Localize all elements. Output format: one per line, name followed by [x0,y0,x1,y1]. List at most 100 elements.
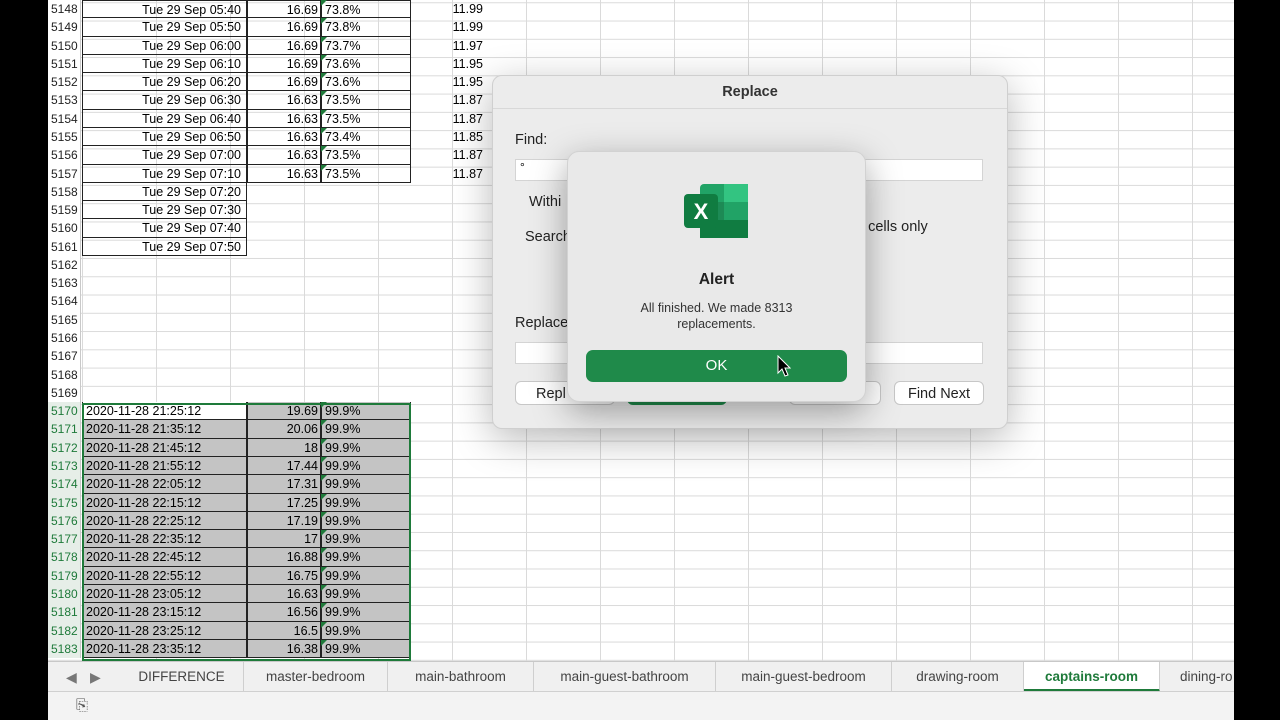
cell-datetime[interactable]: 2020-11-28 21:25:12 [82,402,247,421]
cell-temperature[interactable]: 16.5 [247,621,321,640]
cell-humidity[interactable]: 99.9% [321,530,411,549]
row-number[interactable]: 5162 [48,255,81,275]
cell-temperature[interactable]: 16.63 [247,109,321,128]
cell-temperature[interactable]: 17.44 [247,457,321,476]
cell-temperature[interactable]: 19.69 [247,402,321,421]
row-number[interactable]: 5163 [48,274,81,293]
cell-humidity[interactable]: 99.9% [321,511,411,531]
cell-value[interactable]: 11.85 [411,128,485,146]
cell-datetime[interactable]: 2020-11-28 22:35:12 [82,530,247,549]
cell-humidity[interactable]: 99.9% [321,438,411,457]
cell-temperature[interactable]: 16.63 [247,91,321,110]
tab-difference[interactable]: DIFFERENCE [120,662,244,692]
cell-datetime[interactable]: 2020-11-28 22:45:12 [82,548,247,567]
row-number[interactable]: 5159 [48,201,81,220]
sheet-mode-icon[interactable]: ⎘ [76,697,88,714]
row-number[interactable]: 5172 [48,438,81,457]
row-number[interactable]: 5173 [48,457,81,476]
cell-humidity[interactable]: 99.9% [321,493,411,512]
cell-temperature[interactable]: 16.63 [247,146,321,165]
cell-temperature[interactable]: 16.69 [247,36,321,55]
cell-datetime[interactable]: Tue 29 Sep 07:10 [82,164,247,183]
cell-datetime[interactable]: Tue 29 Sep 06:20 [82,73,247,92]
row-number[interactable]: 5180 [48,584,81,604]
cell-humidity[interactable]: 73.6% [321,54,411,74]
cell-humidity[interactable]: 73.5% [321,91,411,110]
cell-datetime[interactable]: Tue 29 Sep 07:00 [82,146,247,165]
cell-humidity[interactable]: 99.9% [321,402,411,421]
cell-humidity[interactable]: 73.5% [321,164,411,183]
cell-datetime[interactable]: Tue 29 Sep 06:40 [82,109,247,128]
cell-value[interactable]: 11.99 [411,18,485,36]
row-number[interactable]: 5154 [48,109,81,128]
cell-value[interactable]: 11.95 [411,55,485,73]
cell-datetime[interactable]: 2020-11-28 21:35:12 [82,420,247,439]
row-number[interactable]: 5160 [48,219,81,238]
cell-datetime[interactable]: 2020-11-28 22:55:12 [82,566,247,585]
cell-temperature[interactable]: 17.25 [247,493,321,512]
cell-datetime[interactable]: 2020-11-28 22:05:12 [82,475,247,494]
cell-temperature[interactable]: 16.75 [247,566,321,585]
row-number[interactable]: 5170 [48,402,81,421]
cell-temperature[interactable]: 16.88 [247,548,321,567]
row-number[interactable]: 5183 [48,639,81,659]
cell-humidity[interactable]: 99.9% [321,420,411,439]
cell-humidity[interactable]: 73.4% [321,127,411,147]
row-number[interactable]: 5176 [48,511,81,531]
cell-humidity[interactable]: 73.6% [321,73,411,92]
whole-cells-label[interactable]: e cells only [856,219,928,235]
tab-master-bedroom[interactable]: master-bedroom [244,662,388,692]
cell-humidity[interactable]: 99.9% [321,621,411,640]
cell-temperature[interactable]: 17 [247,530,321,549]
tab-main-guest-bedroom[interactable]: main-guest-bedroom [716,662,892,692]
row-number[interactable]: 5157 [48,164,81,183]
row-number[interactable]: 5148 [48,0,81,19]
tab-main-bathroom[interactable]: main-bathroom [388,662,534,692]
row-number[interactable]: 5169 [48,383,81,403]
find-next-button[interactable]: Find Next [894,381,984,405]
cell-datetime[interactable]: 2020-11-28 23:25:12 [82,621,247,640]
row-number[interactable]: 5165 [48,310,81,330]
cell-temperature[interactable]: 17.31 [247,475,321,494]
row-number[interactable]: 5168 [48,365,81,384]
tab-drawing-room[interactable]: drawing-room [892,662,1024,692]
cell-temperature[interactable]: 16.69 [247,73,321,92]
cell-datetime[interactable]: 2020-11-28 23:35:12 [82,639,247,659]
cell-humidity[interactable]: 73.5% [321,109,411,128]
row-number[interactable]: 5164 [48,292,81,311]
row-number[interactable]: 5167 [48,347,81,366]
cell-humidity[interactable]: 99.9% [321,566,411,585]
cell-temperature[interactable]: 16.69 [247,54,321,74]
cell-datetime[interactable]: Tue 29 Sep 05:40 [82,0,247,19]
cell-datetime[interactable]: Tue 29 Sep 07:50 [82,237,247,256]
cell-humidity[interactable]: 73.7% [321,36,411,55]
row-number[interactable]: 5178 [48,548,81,567]
cell-temperature[interactable]: 17.19 [247,511,321,531]
cell-temperature[interactable]: 16.56 [247,603,321,622]
tab-captains-room[interactable]: captains-room [1024,662,1160,692]
cell-humidity[interactable]: 73.8% [321,0,411,19]
cell-datetime[interactable]: Tue 29 Sep 07:20 [82,182,247,202]
tab-main-guest-bathroom[interactable]: main-guest-bathroom [534,662,716,692]
tab-dining-ro[interactable]: dining-ro [1160,662,1234,692]
cell-datetime[interactable]: Tue 29 Sep 05:50 [82,18,247,37]
cell-humidity[interactable]: 73.5% [321,146,411,165]
cell-temperature[interactable]: 16.63 [247,164,321,183]
cell-temperature[interactable]: 16.69 [247,0,321,19]
cell-humidity[interactable]: 99.9% [321,548,411,567]
row-number[interactable]: 5179 [48,566,81,585]
cell-datetime[interactable]: 2020-11-28 22:25:12 [82,511,247,531]
cell-temperature[interactable]: 16.63 [247,127,321,147]
cell-value[interactable]: 11.95 [411,73,485,91]
cell-temperature[interactable]: 20.06 [247,420,321,439]
row-number[interactable]: 5149 [48,18,81,37]
row-number[interactable]: 5175 [48,493,81,512]
row-number[interactable]: 5153 [48,91,81,110]
cell-temperature[interactable]: 18 [247,438,321,457]
row-number[interactable]: 5182 [48,621,81,640]
cell-datetime[interactable]: Tue 29 Sep 07:30 [82,201,247,220]
cell-datetime[interactable]: 2020-11-28 23:05:12 [82,584,247,604]
row-number[interactable]: 5161 [48,237,81,256]
cell-temperature[interactable]: 16.69 [247,18,321,37]
row-number[interactable]: 5166 [48,329,81,348]
